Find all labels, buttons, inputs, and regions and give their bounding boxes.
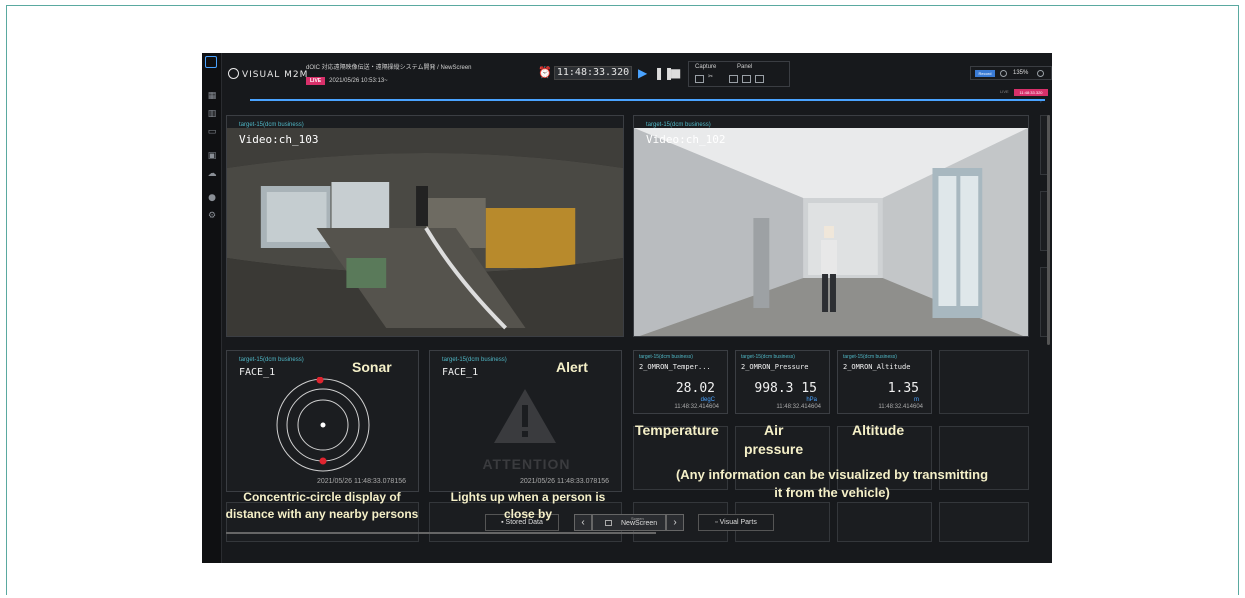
save-icon[interactable]: ▣ <box>206 151 218 161</box>
sensor-target-label: target-15(dcm business) <box>639 354 693 360</box>
gear-icon[interactable]: ⚙ <box>206 211 218 221</box>
capture-label: Capture <box>695 64 717 70</box>
panel-layout-icon[interactable] <box>742 75 751 83</box>
sensor-unit: m <box>914 397 919 403</box>
project-path: dOIC 対応遠隔映像伝送・遠隔操縦システム開発 / NewScreen <box>306 65 472 71</box>
sensor-panel-temperature[interactable]: target-15(dcm business) 2_OMRON_Temper..… <box>633 350 728 414</box>
attention-label: ATTENTION <box>482 456 571 472</box>
sidebar: ▦ ▥ ▭ ▣ ☁ ● ⚙ <box>202 53 222 563</box>
video-panel-ch102[interactable]: target-15(dcm business) Video:ch_102 <box>633 115 1029 337</box>
video-frame-ch103 <box>227 128 623 336</box>
panel-label: Panel <box>737 64 753 70</box>
visual-parts-button[interactable]: ▫ Visual Parts <box>698 514 774 531</box>
sensor-value: 998.3 15 <box>754 381 817 396</box>
grid-icon[interactable]: ▦ <box>206 91 218 101</box>
annotation-sonar-desc2: distance with any nearby persons <box>225 507 419 521</box>
alert-target-label: target-15(dcm business) <box>442 357 507 363</box>
empty-slot[interactable] <box>939 350 1029 414</box>
video-title: Video:ch_102 <box>646 133 726 146</box>
annotation-info-line2: it from the vehicle) <box>774 485 890 500</box>
sensor-title: 2_OMRON_Pressure <box>741 363 809 371</box>
scissors-icon[interactable]: ✂ <box>708 73 717 81</box>
app-logo-icon[interactable] <box>205 56 217 68</box>
annotation-info-line1: (Any information can be visualized by tr… <box>675 467 989 482</box>
sonar-person-dot <box>319 457 327 465</box>
sensor-timestamp: 11:48:32.414604 <box>878 404 923 410</box>
sensor-target-label: target-15(dcm business) <box>741 354 795 360</box>
sensor-timestamp: 11:48:32.414604 <box>674 404 719 410</box>
horizontal-scrollbar[interactable] <box>226 532 656 534</box>
screenshot-icon[interactable] <box>695 75 704 83</box>
alert-timestamp: 2021/05/26 11:48:33.078156 <box>519 478 609 485</box>
annotation-sonar: Sonar <box>352 359 392 375</box>
sensor-unit: degC <box>700 397 715 403</box>
sensor-unit: hPa <box>806 397 817 403</box>
video-panel-ch103[interactable]: target-15(dcm business) Video:ch_103 <box>226 115 624 337</box>
video-title: Video:ch_103 <box>239 133 319 146</box>
live-badge: LIVE <box>306 77 326 85</box>
cloud-icon[interactable]: ☁ <box>206 169 218 179</box>
annotation-alert-desc1: Lights up when a person is <box>450 490 606 504</box>
capture-panel-group: Capture Panel ✂ <box>688 61 790 87</box>
empty-slot[interactable] <box>939 502 1029 542</box>
view-controls: Record 135% <box>970 66 1052 80</box>
annotation-air: Air <box>764 422 784 438</box>
panel-add-icon[interactable] <box>729 75 738 83</box>
monitor-icon[interactable]: ▭ <box>206 127 218 137</box>
play-icon[interactable]: ▶ <box>638 66 647 80</box>
sonar-rings <box>276 377 370 472</box>
alert-title: FACE_1 <box>442 367 479 378</box>
live-clock-icon[interactable]: ⏰ <box>538 67 552 79</box>
sensor-title: 2_OMRON_Altitude <box>843 363 911 371</box>
record-badge[interactable]: Record <box>975 70 995 77</box>
screen-name: NewScreen <box>621 520 658 527</box>
vertical-scrollbar[interactable] <box>1047 115 1050 345</box>
annotation-alert: Alert <box>556 359 588 375</box>
trash-icon[interactable] <box>755 75 764 83</box>
annotation-altitude: Altitude <box>852 422 905 438</box>
sensor-target-label: target-15(dcm business) <box>843 354 897 360</box>
empty-slot[interactable] <box>837 502 932 542</box>
zoom-in-icon[interactable] <box>1037 70 1044 77</box>
sonar-person-dot <box>316 377 324 384</box>
timeline-live-label: LIVE <box>1000 89 1009 94</box>
annotation-temperature: Temperature <box>635 422 719 438</box>
sensor-value: 28.02 <box>675 381 715 396</box>
sonar-target-label: target-15(dcm business) <box>239 357 304 363</box>
annotation-pressure: pressure <box>744 441 804 457</box>
visual-parts-label: Visual Parts <box>719 519 757 526</box>
live-start-time: 2021/05/26 10:53:13~ <box>329 78 388 84</box>
timeline-end-marker: ▫ <box>1040 99 1042 104</box>
next-screen-button[interactable]: › <box>666 514 684 531</box>
alert-panel[interactable]: target-15(dcm business) FACE_1 ATTENTION… <box>429 350 622 492</box>
live-status: LIVE 2021/05/26 10:53:13~ <box>306 77 388 85</box>
zoom-level: 135% <box>1013 70 1029 76</box>
sonar-title: FACE_1 <box>239 367 276 378</box>
timeline-bar[interactable] <box>250 99 1045 101</box>
annotation-sonar-desc1: Concentric-circle display of <box>243 490 401 504</box>
zoom-out-icon[interactable] <box>1000 70 1007 77</box>
brand-logo: VISUAL M2M <box>228 68 308 80</box>
chart-icon[interactable]: ▥ <box>206 109 218 119</box>
warning-triangle-icon <box>494 389 556 443</box>
top-bar: VISUAL M2M dOIC 対応遠隔映像伝送・遠隔操縦システム開発 / Ne… <box>222 53 1052 97</box>
stop-icon[interactable]: ■ <box>670 66 681 80</box>
sensor-timestamp: 11:48:32.414604 <box>776 404 821 410</box>
annotation-alert-desc2: close by <box>503 507 553 521</box>
user-icon[interactable]: ● <box>206 193 218 203</box>
timeline-current-badge[interactable]: 11:48:33.320 <box>1014 89 1048 96</box>
sensor-panel-altitude[interactable]: target-15(dcm business) 2_OMRON_Altitude… <box>837 350 932 414</box>
sensor-title: 2_OMRON_Temper... <box>639 363 711 371</box>
sonar-timestamp: 2021/05/26 11:48:33.078156 <box>316 478 406 485</box>
app-window: ▦ ▥ ▭ ▣ ☁ ● ⚙ VISUAL M2M dOIC 対応遠隔映像伝送・遠… <box>202 53 1052 563</box>
sensor-value: 1.35 <box>887 381 919 396</box>
video-frame-ch102 <box>634 128 1028 336</box>
logo-text: VISUAL M2M <box>242 70 309 80</box>
logo-mark-icon <box>228 68 239 79</box>
sensor-panel-pressure[interactable]: target-15(dcm business) 2_OMRON_Pressure… <box>735 350 830 414</box>
timecode-display[interactable]: 11:48:33.320 <box>554 66 632 80</box>
